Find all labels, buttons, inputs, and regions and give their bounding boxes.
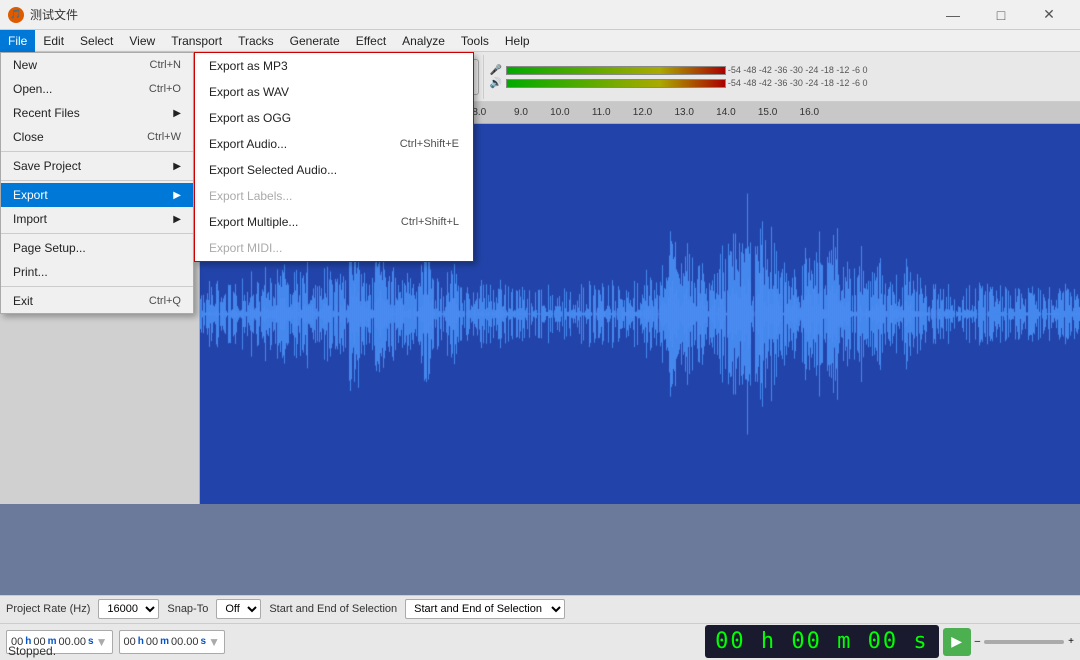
time1-s: 00.00 xyxy=(59,636,87,648)
titlebar: 🎵 测试文件 — □ ✕ xyxy=(0,0,1080,30)
project-rate-label: Project Rate (Hz) xyxy=(6,603,90,615)
menu-save-project[interactable]: Save Project ▶ xyxy=(1,154,193,178)
export-midi: Export MIDI... xyxy=(195,235,473,261)
titlebar-left: 🎵 测试文件 xyxy=(8,6,78,23)
time2-m: 00 xyxy=(146,636,158,648)
statusbar-top: Project Rate (Hz) 16000 44100 48000 Snap… xyxy=(0,596,1080,624)
time2-s-unit: s xyxy=(201,636,207,647)
selection-label: Start and End of Selection xyxy=(269,603,397,615)
statusbar-bottom: 00 h 00 m 00.00 s ▼ 00 h 00 m 00.00 s ▼ … xyxy=(0,624,1080,660)
export-wav[interactable]: Export as WAV xyxy=(195,79,473,105)
output-vu-bar xyxy=(506,79,726,88)
close-button[interactable]: ✕ xyxy=(1026,0,1072,30)
menu-exit[interactable]: Exit Ctrl+Q xyxy=(1,289,193,313)
menu-tracks[interactable]: Tracks xyxy=(230,30,282,52)
time2-s: 00.00 xyxy=(171,636,199,648)
menu-transport[interactable]: Transport xyxy=(163,30,230,52)
menu-print[interactable]: Print... xyxy=(1,260,193,284)
time1-s-unit: s xyxy=(88,636,94,647)
speed-slider[interactable] xyxy=(984,640,1064,644)
playback-controls: 00 h 00 m 00 s ▶ – + xyxy=(705,625,1074,658)
window-controls: — □ ✕ xyxy=(930,0,1072,30)
snap-to-label: Snap-To xyxy=(167,603,208,615)
menu-tools[interactable]: Tools xyxy=(453,30,497,52)
app-icon: 🎵 xyxy=(8,7,24,23)
export-selected-audio[interactable]: Export Selected Audio... xyxy=(195,157,473,183)
separator-1 xyxy=(1,151,193,152)
snap-to-select[interactable]: Off On xyxy=(216,599,261,619)
menubar: File Edit Select View Transport Tracks G… xyxy=(0,30,1080,52)
menu-view[interactable]: View xyxy=(121,30,163,52)
menu-open[interactable]: Open... Ctrl+O xyxy=(1,77,193,101)
menu-import[interactable]: Import ▶ xyxy=(1,207,193,231)
export-labels: Export Labels... xyxy=(195,183,473,209)
menu-select[interactable]: Select xyxy=(72,30,121,52)
time2-h-unit: h xyxy=(138,636,144,647)
menu-effect[interactable]: Effect xyxy=(348,30,394,52)
menu-edit[interactable]: Edit xyxy=(35,30,72,52)
export-audio[interactable]: Export Audio... Ctrl+Shift+E xyxy=(195,131,473,157)
speed-slider-container: – + xyxy=(975,636,1074,647)
file-dropdown: New Ctrl+N Open... Ctrl+O Recent Files ▶… xyxy=(0,52,194,314)
play-button[interactable]: ▶ xyxy=(943,628,971,656)
time2-m-unit: m xyxy=(160,636,169,647)
minimize-button[interactable]: — xyxy=(930,0,976,30)
vu-meter-section: 🎤 -54 -48 -42 -36 -30 -24 -18 -12 -6 0 🔊… xyxy=(486,65,872,89)
menu-close[interactable]: Close Ctrl+W xyxy=(1,125,193,149)
menu-recent-files[interactable]: Recent Files ▶ xyxy=(1,101,193,125)
menu-export[interactable]: Export ▶ xyxy=(1,183,193,207)
time2-h: 00 xyxy=(124,636,136,648)
export-multiple[interactable]: Export Multiple... Ctrl+Shift+L xyxy=(195,209,473,235)
menu-help[interactable]: Help xyxy=(497,30,538,52)
project-rate-select[interactable]: 16000 44100 48000 xyxy=(98,599,159,619)
menu-generate[interactable]: Generate xyxy=(282,30,348,52)
window-title: 测试文件 xyxy=(30,6,78,23)
separator-2 xyxy=(1,180,193,181)
maximize-button[interactable]: □ xyxy=(978,0,1024,30)
time-display-2: 00 h 00 m 00.00 s ▼ xyxy=(119,630,226,654)
export-submenu: Export as MP3 Export as WAV Export as OG… xyxy=(194,52,474,262)
menu-analyze[interactable]: Analyze xyxy=(394,30,453,52)
export-ogg[interactable]: Export as OGG xyxy=(195,105,473,131)
export-mp3[interactable]: Export as MP3 xyxy=(195,53,473,79)
selection-format-select[interactable]: Start and End of Selection xyxy=(405,599,565,619)
input-vu-bar xyxy=(506,66,726,75)
menu-page-setup[interactable]: Page Setup... xyxy=(1,236,193,260)
separator-3 xyxy=(1,233,193,234)
statusbar: Project Rate (Hz) 16000 44100 48000 Snap… xyxy=(0,595,1080,660)
separator-4 xyxy=(1,286,193,287)
stopped-text: Stopped. xyxy=(8,644,56,658)
menu-new[interactable]: New Ctrl+N xyxy=(1,53,193,77)
menu-file[interactable]: File xyxy=(0,30,35,52)
big-time-display: 00 h 00 m 00 s xyxy=(705,625,938,658)
